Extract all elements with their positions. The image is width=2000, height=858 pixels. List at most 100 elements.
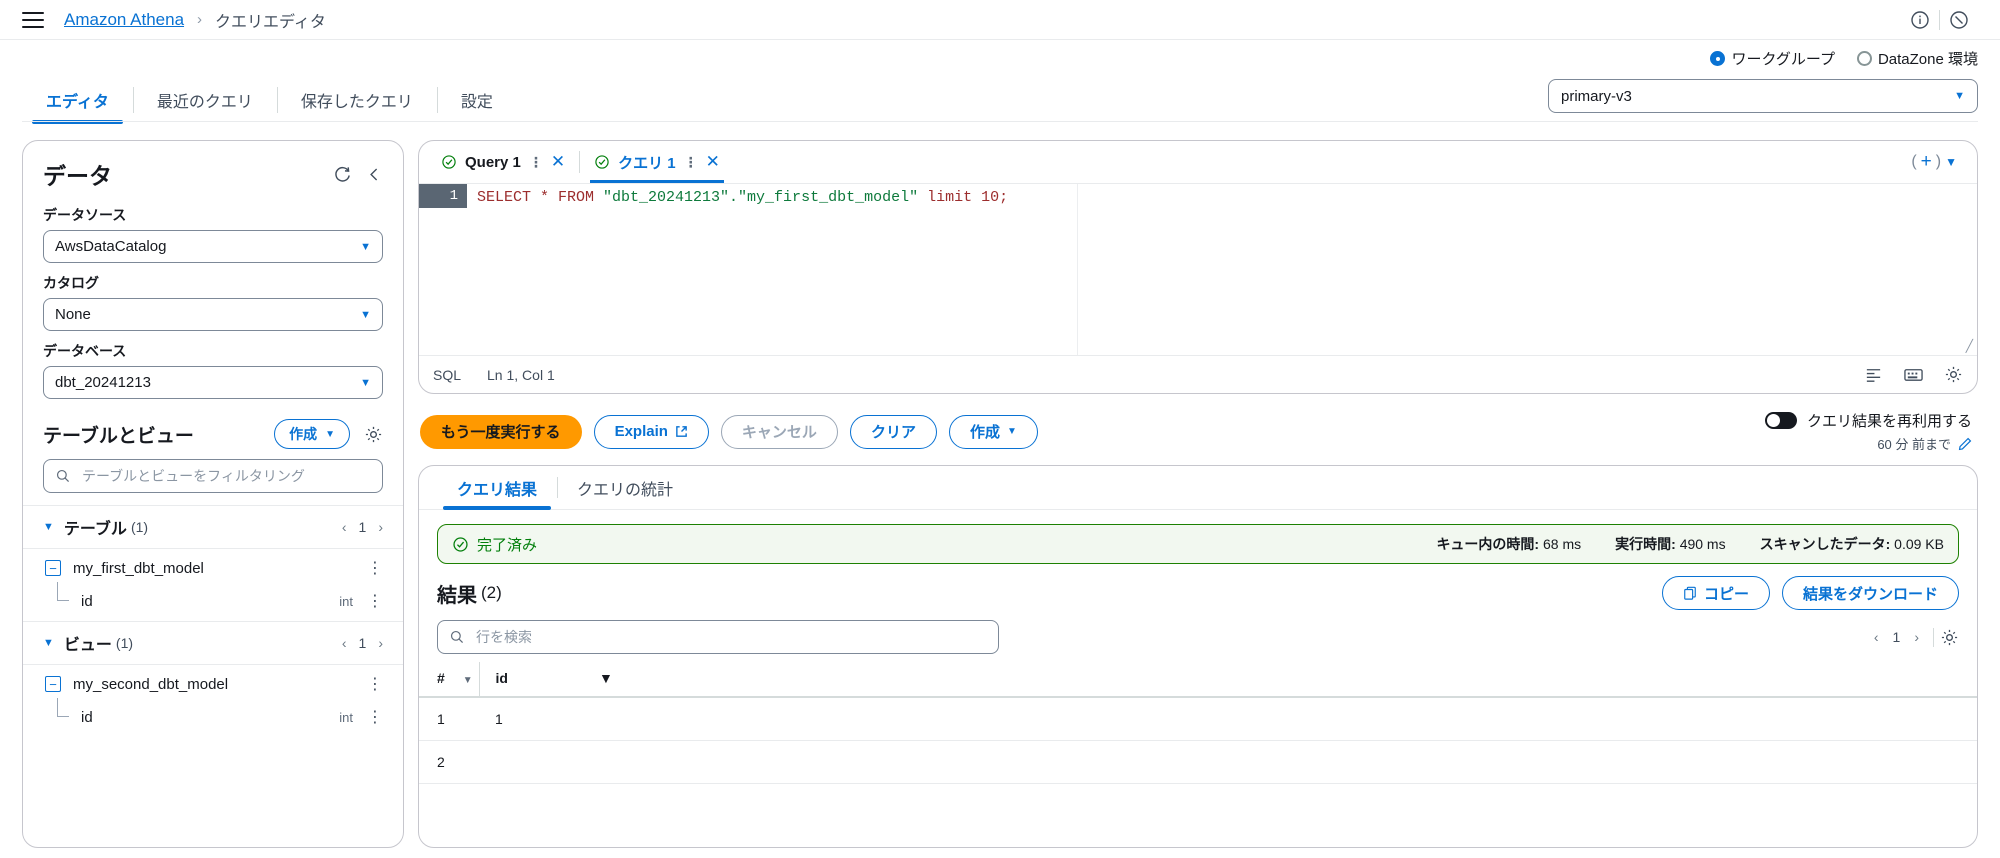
group-header-tables[interactable]: ▼ テーブル (1) ‹ 1 › [23,505,403,549]
gear-icon[interactable] [1933,627,1959,647]
query-tab-label: Query 1 [465,153,521,171]
chevron-down-icon: ▼ [360,308,371,321]
tables-filter-wrapper [23,455,403,505]
close-icon[interactable]: ✕ [706,152,720,172]
close-icon[interactable]: ✕ [551,152,565,172]
results-title: 結果 [437,584,477,607]
query-status-text: 完了済み [477,536,538,554]
tables-filter-input-wrapper[interactable] [43,459,383,493]
chevron-down-icon: ▼ [1006,426,1017,437]
database-select[interactable]: dbt_20241213 ▼ [43,366,383,399]
refresh-icon[interactable] [333,165,352,184]
search-icon [449,629,465,645]
results-search-input[interactable] [474,628,987,646]
reuse-results-toggle[interactable] [1764,412,1797,429]
column-name: id [81,708,93,726]
tree-branch-icon [53,698,75,726]
expand-toggle-icon[interactable]: − [45,676,61,692]
run-again-button[interactable]: もう一度実行する [420,414,582,449]
results-search-box[interactable] [437,620,999,654]
chevron-down-icon[interactable]: ▼ [43,521,54,533]
sort-icon[interactable]: ▼ [463,675,473,686]
query-tab-query-1[interactable]: Query 1 ⋮ ✕ [429,141,577,183]
table-row-menu-icon[interactable]: ⋮ [367,558,383,578]
results-next-page-icon[interactable]: › [1914,629,1919,645]
group-views-label: ビュー [63,637,112,654]
table-row[interactable]: 2 [419,740,1977,784]
views-prev-page-icon[interactable]: ‹ [342,635,347,651]
tab-query-results[interactable]: クエリ結果 [437,466,557,510]
query-tab-divider [579,151,581,173]
notification-icon[interactable] [1940,5,1978,35]
group-views-count: (1) [115,635,134,651]
sql-code-area[interactable]: 1 SELECT * FROM "dbt_20241213"."my_first… [419,183,1977,355]
results-tab-bar: クエリ結果 クエリの統計 [419,466,1977,510]
hamburger-icon[interactable] [22,11,44,28]
table-item-my-first-dbt-model[interactable]: − my_first_dbt_model ⋮ [23,549,403,587]
query-tab-kueri-1[interactable]: クエリ 1 ⋮ ✕ [582,141,732,183]
info-icon[interactable] [1901,5,1939,35]
view-item-my-second-dbt-model[interactable]: − my_second_dbt_model ⋮ [23,665,403,703]
view-row-menu-icon[interactable]: ⋮ [367,674,383,694]
chevron-down-icon: ▼ [325,428,335,440]
editor-resize-handle[interactable]: ╱ [1966,339,1973,353]
copy-button[interactable]: コピー [1661,576,1770,610]
column-item-id-table[interactable]: id int ⋮ [23,582,403,621]
data-panel-header: データ [23,141,403,195]
explain-button[interactable]: Explain [593,414,709,449]
download-results-button-label: 結果をダウンロード [1802,585,1938,603]
vertical-dots-icon[interactable]: ⋮ [684,155,698,169]
chevron-down-icon[interactable]: ▼ [1945,155,1957,169]
results-cell-id [479,740,599,784]
query-tab-label: クエリ 1 [618,154,676,172]
tables-filter-input[interactable] [80,467,371,485]
radio-workgroup[interactable] [1710,51,1726,66]
tab-query-stats[interactable]: クエリの統計 [557,466,693,509]
download-results-button[interactable]: 結果をダウンロード [1781,576,1959,610]
reuse-results-area: クエリ結果を再利用する 60 分 前まで [1764,410,1976,453]
keyboard-icon[interactable] [1903,365,1924,384]
results-prev-page-icon[interactable]: ‹ [1874,629,1879,645]
primary-tab-bar: エディタ 最近のクエリ 保存したクエリ 設定 [0,78,517,124]
tab-recent-queries[interactable]: 最近のクエリ [132,78,277,122]
table-row[interactable]: 1 1 [419,697,1977,741]
data-source-select[interactable]: AwsDataCatalog ▼ [43,230,383,263]
views-next-page-icon[interactable]: › [378,635,383,651]
create-table-button[interactable]: 作成 ▼ [274,419,350,449]
results-column-header-id[interactable]: id [478,662,599,698]
tree-branch-icon [53,582,75,610]
database-label: データベース [43,343,127,359]
tab-editor[interactable]: エディタ [22,78,133,124]
column-row-menu-icon[interactable]: ⋮ [367,591,383,611]
results-column-header-num[interactable]: # ▼ [419,662,479,698]
tables-next-page-icon[interactable]: › [378,519,383,535]
pencil-icon[interactable] [1958,437,1972,451]
workgroup-select[interactable]: primary-v3 ▼ [1548,79,1978,113]
format-icon[interactable] [1864,365,1883,384]
create-button[interactable]: 作成 ▼ [948,414,1038,449]
group-header-views[interactable]: ▼ ビュー (1) ‹ 1 › [23,621,403,665]
clear-button[interactable]: クリア [849,414,937,449]
tab-saved-queries[interactable]: 保存したクエリ [276,78,437,122]
create-table-button-label: 作成 [289,426,318,442]
vertical-dots-icon[interactable]: ⋮ [529,155,543,169]
add-query-tab-icon[interactable]: + [1921,151,1932,173]
column-row-menu-icon[interactable]: ⋮ [367,707,383,727]
tab-settings[interactable]: 設定 [436,78,517,122]
top-bar-actions [1901,5,1978,35]
chevron-left-icon[interactable] [366,166,383,183]
breadcrumb-amazon-athena[interactable]: Amazon Athena [64,10,184,30]
results-column-options-icon[interactable]: ▼ [599,662,1977,698]
expand-toggle-icon[interactable]: − [45,560,61,576]
gear-icon[interactable] [1944,365,1963,384]
tables-prev-page-icon[interactable]: ‹ [342,519,347,535]
radio-datazone[interactable] [1856,51,1872,66]
query-status-banner: 完了済み キュー内の時間: 68 ms 実行時間: 490 ms スキャンしたデ… [437,524,1959,564]
column-item-id-view[interactable]: id int ⋮ [23,698,403,737]
sql-code-body[interactable]: SELECT * FROM "dbt_20241213"."my_first_d… [467,184,1977,355]
results-cell-spacer [599,740,1977,784]
chevron-down-icon[interactable]: ▼ [43,637,54,649]
catalog-select[interactable]: None ▼ [43,298,383,331]
sql-code-line: SELECT * FROM "dbt_20241213"."my_first_d… [467,184,1977,206]
gear-icon[interactable] [364,425,383,444]
